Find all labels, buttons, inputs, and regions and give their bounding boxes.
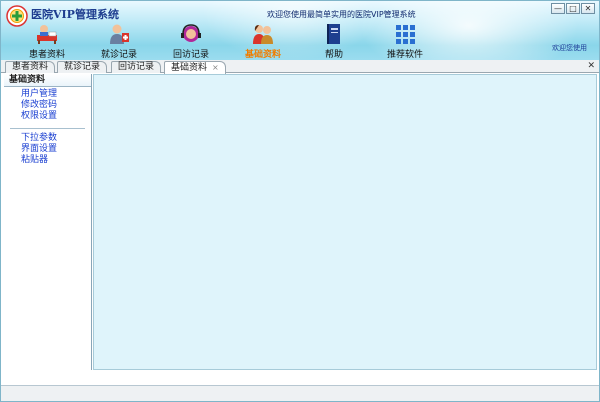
tab-patient-records[interactable]: 患者资料 <box>5 61 56 73</box>
doctor-icon <box>110 24 129 44</box>
close-button[interactable]: ✕ <box>581 3 595 14</box>
toolbar-help[interactable]: 帮助 <box>304 21 364 60</box>
users-icon <box>253 25 273 44</box>
window-controls: — □ ✕ <box>551 3 595 14</box>
tab-followup-records[interactable]: 回访记录 <box>111 61 162 73</box>
sidebar-group-settings: 下拉参数 界面设置 粘贴器 <box>4 133 91 166</box>
main-content-area <box>93 74 597 370</box>
sidebar-item-dropdown-params[interactable]: 下拉参数 <box>4 133 91 144</box>
sidebar-title: 基础资料 <box>4 74 91 87</box>
toolbar-patient-records[interactable]: 患者资料 <box>17 21 77 60</box>
toolbar-label: 帮助 <box>324 50 343 60</box>
tab-label: 基础资料 <box>171 63 208 73</box>
toolbar-followup-records[interactable]: 回访记录 <box>161 21 221 60</box>
toolbar-label: 患者资料 <box>28 50 65 60</box>
sidebar-item-user-management[interactable]: 用户管理 <box>4 89 91 100</box>
sidebar: 基础资料 用户管理 修改密码 权限设置 下拉参数 界面设置 粘贴器 <box>4 74 92 370</box>
book-icon <box>327 24 340 44</box>
toolbar-recommended-software[interactable]: 推荐软件 <box>375 21 435 60</box>
grid-icon <box>396 25 415 44</box>
toolbar-visit-records[interactable]: 就诊记录 <box>89 21 149 60</box>
toolbar-label: 推荐软件 <box>386 50 423 60</box>
toolbar-label: 回访记录 <box>172 50 209 60</box>
tab-label: 患者资料 <box>12 62 49 72</box>
status-bar <box>1 385 599 401</box>
sidebar-divider <box>10 128 85 129</box>
toolbar-label: 基础资料 <box>244 50 281 60</box>
banner-text: 欢迎您使用最简单实用的医院VIP管理系统 <box>267 10 416 19</box>
tab-label: 就诊记录 <box>64 62 101 72</box>
sidebar-item-clipboard[interactable]: 粘贴器 <box>4 155 91 166</box>
tab-visit-records[interactable]: 就诊记录 <box>57 61 108 73</box>
toolbar-label: 就诊记录 <box>100 50 137 60</box>
welcome-text: 欢迎您使用 <box>552 44 587 52</box>
tab-label: 回访记录 <box>118 62 155 72</box>
sidebar-item-interface-settings[interactable]: 界面设置 <box>4 144 91 155</box>
minimize-button[interactable]: — <box>551 3 565 14</box>
app-title: 医院VIP管理系统 <box>31 8 119 21</box>
tab-base-data[interactable]: 基础资料 × <box>164 61 226 74</box>
toolbar-base-data[interactable]: 基础资料 <box>233 21 293 60</box>
sidebar-item-change-password[interactable]: 修改密码 <box>4 100 91 111</box>
sidebar-group-account: 用户管理 修改密码 权限设置 <box>4 87 91 122</box>
tab-bar: 患者资料 就诊记录 回访记录 基础资料 × ✕ <box>1 60 599 74</box>
close-all-tabs-icon[interactable]: ✕ <box>587 61 595 71</box>
header-banner: 医院VIP管理系统 欢迎您使用最简单实用的医院VIP管理系统 欢迎您使用 — □… <box>1 1 599 60</box>
headset-icon <box>181 24 201 42</box>
sidebar-item-permissions[interactable]: 权限设置 <box>4 111 91 122</box>
patient-icon <box>37 25 57 44</box>
tab-close-icon[interactable]: × <box>212 63 219 72</box>
app-window: 医院VIP管理系统 欢迎您使用最简单实用的医院VIP管理系统 欢迎您使用 — □… <box>0 0 600 402</box>
maximize-button[interactable]: □ <box>566 3 580 14</box>
